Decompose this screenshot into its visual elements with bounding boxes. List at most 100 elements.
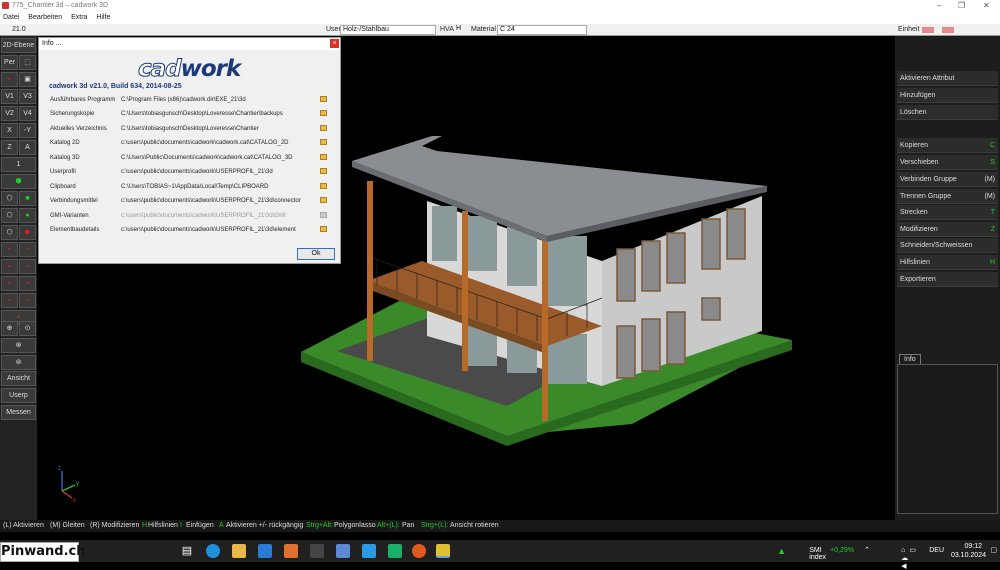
status-modifizieren: (R) Modifizieren [90, 522, 140, 529]
v1-button[interactable]: V1 [1, 89, 18, 104]
cube-view-icon[interactable]: ⬚ [19, 55, 36, 70]
tray-icons[interactable]: ⌂▭☁◀ [901, 546, 920, 570]
red-tool-8-icon[interactable]: ▪ [19, 293, 36, 308]
green-solid-icon[interactable]: ■ [19, 191, 36, 206]
red-tool-2-icon[interactable]: ▪ [19, 242, 36, 257]
folder-icon[interactable] [320, 197, 327, 203]
zoom-icon[interactable]: ⊙ [19, 321, 36, 336]
menu-datei[interactable]: Datei [0, 12, 23, 21]
app-icon-cube[interactable] [362, 544, 376, 558]
cadwork-logo: cadwork [138, 56, 242, 83]
z-button[interactable]: Z [1, 140, 18, 155]
ok-button[interactable]: Ok [297, 248, 335, 260]
cube-alt-icon[interactable]: ⬡ [1, 225, 18, 240]
cube-icon[interactable]: ⬡ [1, 191, 18, 206]
chevron-up-icon[interactable]: ⌃ [864, 546, 870, 554]
user-field[interactable]: Holz-/Stahlbau [340, 25, 436, 35]
schneiden-schweissen-button[interactable]: Schneiden/Schweissen [897, 238, 998, 253]
folder-icon[interactable] [320, 96, 327, 102]
kopieren-button[interactable]: Kopieren C [897, 138, 998, 153]
app-icon-calc[interactable] [310, 544, 324, 558]
messen-button[interactable]: Messen [1, 405, 36, 420]
ansicht-button[interactable]: Ansicht [1, 371, 36, 386]
material-field[interactable]: C 24 [497, 25, 587, 35]
axis-z-label: z [58, 466, 61, 472]
modifizieren-button[interactable]: Modifizieren Z [897, 222, 998, 237]
red-tool-7-icon[interactable]: ▪ [1, 293, 18, 308]
status-key-h: H [142, 522, 148, 529]
zoom-all-icon[interactable]: ⊚ [1, 355, 36, 370]
menu-bearbeiten[interactable]: Bearbeiten [25, 12, 66, 21]
exportieren-button[interactable]: Exportieren [897, 272, 998, 287]
row-label: GMI-Varianten [50, 213, 89, 219]
loeschen-button[interactable]: Löschen [897, 105, 998, 120]
folder-icon[interactable] [320, 183, 327, 189]
file-explorer-icon[interactable] [232, 544, 246, 558]
shortcut-key: H [989, 259, 995, 266]
neg-y-button[interactable]: -Y [19, 123, 36, 138]
edge-icon[interactable] [206, 544, 220, 558]
zoom-window-icon[interactable]: ⊗ [1, 338, 36, 353]
2d-ebene-button[interactable]: 2D-Ebene [1, 38, 36, 53]
verschieben-button[interactable]: Verschieben S [897, 155, 998, 170]
one-button[interactable]: 1 [1, 157, 36, 172]
hilfslinien-button[interactable]: Hilfslinien H [897, 255, 998, 270]
firefox-icon[interactable] [412, 544, 426, 558]
menu-extra[interactable]: Extra [68, 12, 91, 21]
cadwork-taskbar-icon[interactable] [436, 544, 450, 558]
notification-icon[interactable]: ▢ [990, 546, 997, 554]
material-label: Material [471, 26, 496, 33]
color-tool-icon[interactable]: ◆ [19, 225, 36, 240]
box-view-icon[interactable]: ▣ [19, 72, 36, 87]
strecken-button[interactable]: Strecken T [897, 205, 998, 220]
red-tool-6-icon[interactable]: ▪ [19, 276, 36, 291]
task-view-icon[interactable]: ▤ [180, 544, 194, 558]
folder-icon[interactable] [320, 139, 327, 145]
hinzufuegen-button[interactable]: Hinzufügen [897, 88, 998, 103]
folder-icon[interactable] [320, 125, 327, 131]
item-label: Verbinden Gruppe [900, 176, 957, 183]
userp-button[interactable]: Userp [1, 388, 36, 403]
hva-field[interactable]: H [454, 25, 466, 35]
restore-icon[interactable]: ❐ [958, 1, 965, 10]
trennen-gruppe-button[interactable]: Trennen Gruppe (M) [897, 189, 998, 204]
minimize-icon[interactable]: – [937, 1, 941, 10]
per-button[interactable]: Per [1, 55, 18, 70]
row-label: Elementbaudetails [50, 227, 100, 233]
v2-button[interactable]: V2 [1, 106, 18, 121]
menu-hilfe[interactable]: Hilfe [93, 12, 114, 21]
red-tool-1-icon[interactable]: ▪ [1, 242, 18, 257]
verbinden-gruppe-button[interactable]: Verbinden Gruppe (M) [897, 172, 998, 187]
info-tab[interactable]: Info [899, 354, 921, 364]
close-icon[interactable]: ✕ [983, 1, 990, 10]
green-ball-icon[interactable]: ● [19, 208, 36, 223]
app-icon-orange[interactable] [284, 544, 298, 558]
x-button[interactable]: X [1, 123, 18, 138]
folder-icon[interactable] [320, 154, 327, 160]
cube-outline-icon[interactable]: ⬡ [1, 208, 18, 223]
row-path: C:\Program Files (x86)\cadwork.dir\EXE_2… [121, 97, 246, 103]
v3-button[interactable]: V3 [19, 89, 36, 104]
dialog-close-icon[interactable]: × [330, 39, 339, 48]
folder-icon[interactable] [320, 226, 327, 232]
app-icon-blue[interactable] [336, 544, 350, 558]
row-label: Userprofil [50, 169, 76, 175]
store-icon[interactable] [258, 544, 272, 558]
red-tool-4-icon[interactable]: ▪ [19, 259, 36, 274]
clock-time[interactable]: 09:12 [964, 543, 982, 550]
red-tool-3-icon[interactable]: ▪ [1, 259, 18, 274]
aktivieren-attribut-button[interactable]: Aktivieren Attribut [897, 71, 998, 86]
folder-icon[interactable] [320, 168, 327, 174]
folder-icon[interactable] [320, 110, 327, 116]
stock-name[interactable]: SMI index [809, 547, 826, 561]
clock-date[interactable]: 03.10.2024 [951, 552, 986, 559]
v4-button[interactable]: V4 [19, 106, 36, 121]
red-tool-5-icon[interactable]: ▪ [1, 276, 18, 291]
zoom-in-icon[interactable]: ⊕ [1, 321, 18, 336]
green-cube-icon[interactable]: ⬢ [1, 174, 36, 189]
app-icon-gem[interactable] [388, 544, 402, 558]
axis-x-label: x [73, 498, 76, 504]
a-button[interactable]: A [19, 140, 36, 155]
language-indicator[interactable]: DEU [929, 547, 944, 554]
red-view-icon[interactable]: ▪ [1, 72, 18, 87]
